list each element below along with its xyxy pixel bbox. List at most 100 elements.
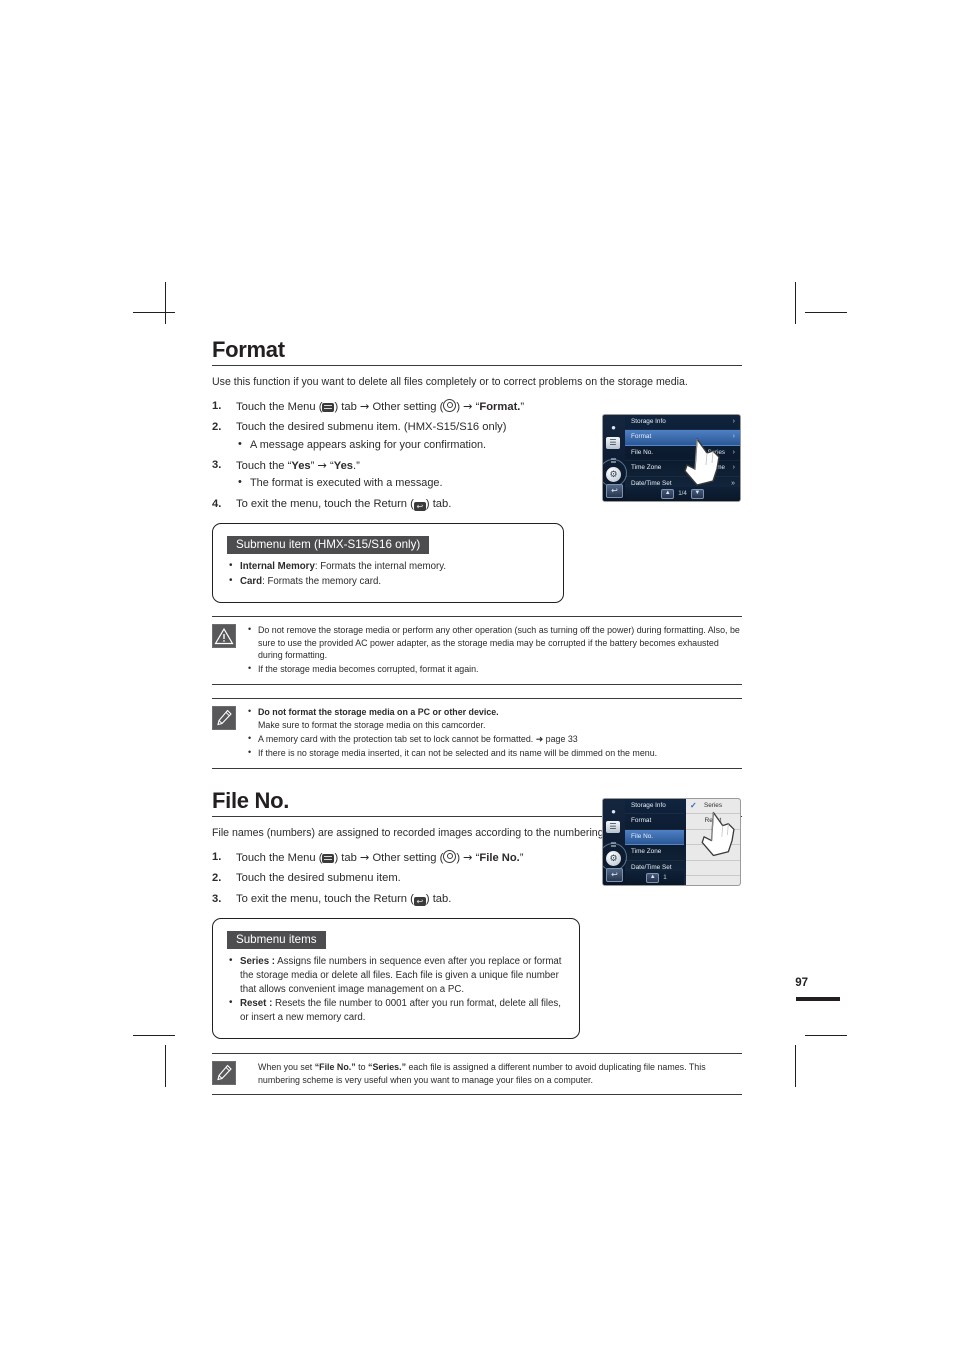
step-text: Touch the desired submenu item. (HMX-S15…	[236, 421, 507, 434]
page-up-button[interactable]: ▲	[661, 489, 675, 499]
format-step-1: 1. Touch the Menu ( ) tab → Other setting …	[212, 398, 742, 415]
note-item-rest: Make sure to format the storage media on…	[258, 720, 486, 731]
lcd-pager: ▲ 1	[625, 871, 684, 885]
submenu-term: Card	[240, 575, 263, 587]
lcd-menu-row-format[interactable]: Format	[625, 814, 684, 830]
step-other-setting-label: Other setting (	[372, 400, 444, 413]
step-number: 3.	[212, 892, 222, 905]
step-number: 1.	[212, 399, 222, 412]
lcd-row-label: Format	[631, 433, 652, 441]
format-submenu-heading: Submenu item (HMX-S15/S16 only)	[227, 536, 430, 555]
step-text-prefix: Touch the Menu (	[236, 400, 323, 413]
step-text-suffix: ) tab.	[425, 497, 452, 510]
lcd-menu-row-time-zone[interactable]: Time Zone Home ›	[625, 461, 740, 477]
format-info-note: Do not format the storage media on a PC …	[212, 698, 742, 769]
format-warning-note: Do not remove the storage media or perfo…	[212, 615, 742, 686]
arrow-glyph: →	[359, 399, 370, 413]
fileno-note-text: When you set “File No.” to “Series.” eac…	[247, 1061, 742, 1087]
fileno-step-3: 3. To exit the menu, touch the Return (↩)…	[212, 892, 742, 907]
lcd-row-label: Date/Time Set	[631, 479, 672, 487]
page-down-button[interactable]: ▼	[690, 489, 704, 499]
step-text-prefix: Touch the	[236, 459, 288, 472]
rail-arc-decoration	[603, 459, 627, 487]
chevron-right-icon: ›	[732, 464, 735, 472]
format-submenu-box: Submenu item (HMX-S15/S16 only) Internal…	[212, 523, 564, 603]
lcd-left-rail: ● ☰ ≣ ⚙ ↩	[603, 799, 627, 885]
lcd-menu-row-file-no[interactable]: File No.	[625, 829, 684, 846]
playback-icon[interactable]: ☰	[606, 821, 620, 833]
page-title-format: Format	[212, 337, 285, 362]
lcd-option-reset[interactable]: Reset	[686, 814, 740, 830]
step-text-prefix: To exit the menu, touch the Return (	[236, 497, 414, 510]
fileno-info-note: When you set “File No.” to “Series.” eac…	[212, 1052, 742, 1095]
format-target-label: Format.	[479, 400, 521, 413]
step-other-setting-label: Other setting (	[372, 851, 444, 864]
warning-note-list: Do not remove the storage media or perfo…	[247, 623, 742, 678]
step-number: 1.	[212, 850, 222, 863]
gear-icon	[443, 398, 457, 412]
submenu-term: Reset :	[240, 998, 273, 1010]
crop-mark-bottom-right-vertical	[795, 1045, 796, 1087]
lcd-row-label: File No.	[631, 832, 654, 840]
crop-mark-bottom-right-horizontal	[805, 1035, 847, 1036]
lcd-row-label: Date/Time Set	[631, 863, 672, 871]
page-up-button[interactable]: ▲	[646, 873, 660, 883]
fileno-submenu-list: Series : Assigns file numbers in sequenc…	[227, 954, 565, 1025]
lcd-return-button[interactable]: ↩	[606, 484, 623, 498]
playback-icon[interactable]: ☰	[606, 437, 620, 449]
info-note-list: Do not format the storage media on a PC …	[247, 705, 742, 761]
lcd-menu-row-format[interactable]: Format ›	[625, 430, 740, 446]
arrow-glyph: →	[359, 850, 370, 864]
submenu-list-item: Series : Assigns file numbers in sequenc…	[227, 954, 565, 996]
lcd-option-blank-1	[686, 830, 740, 846]
return-icon: ↩	[413, 896, 426, 906]
lcd-option-blank-4	[686, 876, 740, 885]
submenu-list-item: Reset : Resets the file number to 0001 a…	[227, 996, 565, 1025]
note-pen-icon	[212, 706, 236, 731]
lcd-menu-row-time-zone[interactable]: Time Zone	[625, 845, 684, 861]
step-number: 4.	[212, 497, 222, 510]
lcd-return-button[interactable]: ↩	[606, 868, 623, 882]
record-mode-icon[interactable]: ●	[607, 422, 620, 433]
note-bold-series: “Series.”	[368, 1061, 407, 1072]
crop-mark-top-left-vertical	[165, 282, 166, 324]
rail-arc-decoration	[603, 843, 627, 871]
format-lead-text: Use this function if you want to delete …	[212, 375, 688, 388]
lcd-option-label: Reset	[704, 817, 722, 825]
yes-label-2: Yes	[333, 459, 354, 472]
lcd-menu-row-file-no[interactable]: File No. Series ›	[625, 446, 740, 462]
step-number: 2.	[212, 872, 222, 885]
crop-mark-top-right-vertical	[795, 282, 796, 324]
step-paren-close: )	[456, 851, 461, 864]
lcd-screenshot-fileno-menu: ● ☰ ≣ ⚙ ↩ Storage Info Format File No. T…	[602, 798, 741, 886]
note-item-bold: Do not format the storage media on a PC …	[258, 707, 499, 718]
submenu-desc: : Formats the memory card.	[262, 575, 382, 587]
fileno-target-label: File No.	[479, 851, 520, 864]
arrow-glyph-3: →	[317, 458, 327, 472]
format-section: Format Use this function if you want to …	[212, 338, 742, 769]
page-number: 97	[795, 977, 808, 989]
format-submenu-list: Internal Memory: Formats the internal me…	[227, 559, 549, 589]
step-text-prefix: To exit the menu, touch the Return (	[236, 892, 414, 905]
lcd-option-series[interactable]: ✓ Series	[686, 799, 740, 815]
lcd-menu-row-storage-info[interactable]: Storage Info	[625, 799, 684, 815]
step-number: 2.	[212, 421, 222, 434]
menu-icon	[322, 853, 335, 863]
note-bold-fileno: “File No.”	[314, 1061, 356, 1072]
step-paren-close: )	[456, 400, 461, 413]
crop-mark-top-left-horizontal	[133, 312, 175, 313]
lcd-page-indicator: 1/4	[678, 490, 687, 497]
lcd-row-label: Storage Info	[631, 418, 666, 425]
lcd-row-label: Time Zone	[631, 848, 662, 856]
step-text-mid: ) tab	[334, 400, 357, 413]
crop-mark-bottom-left-vertical	[165, 1045, 166, 1087]
lcd-option-blank-3	[686, 861, 740, 876]
lcd-menu-row-storage-info[interactable]: Storage Info ›	[625, 415, 740, 431]
lcd-row-label: File No.	[631, 448, 654, 456]
fileno-submenu-heading: Submenu items	[227, 931, 326, 950]
lcd-row-label: Storage Info	[631, 802, 666, 809]
record-mode-icon[interactable]: ●	[607, 806, 620, 817]
title-rule-format	[212, 364, 742, 366]
menu-icon	[322, 402, 335, 412]
page-number-bar	[796, 997, 840, 1001]
